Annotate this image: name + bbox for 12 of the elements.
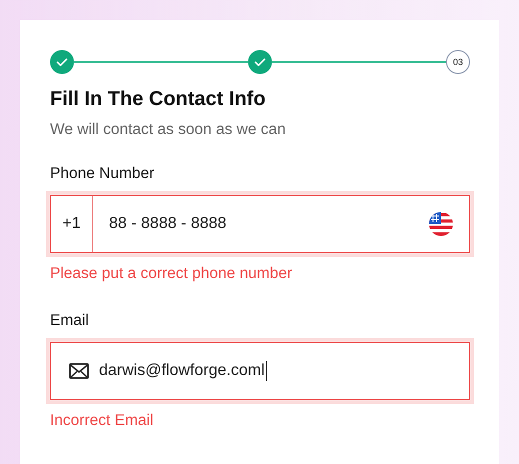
email-value: darwis@flowforge.coml: [99, 362, 265, 380]
error-message: Incorrect Email: [50, 412, 154, 430]
form-title: Fill In The Contact Info: [50, 88, 267, 111]
field-label: Phone Number: [50, 165, 156, 183]
field-label: Email: [50, 312, 90, 330]
error-message: Please put a correct phone number: [50, 265, 294, 283]
form-subtitle: We will contact as soon as we can: [50, 121, 287, 139]
mail-icon: [69, 363, 89, 379]
step-number: 03: [446, 50, 470, 74]
country-code[interactable]: +1: [51, 196, 93, 252]
flag-icon[interactable]: [429, 212, 453, 236]
phone-value: 88 - 8888 - 8888: [109, 215, 226, 233]
